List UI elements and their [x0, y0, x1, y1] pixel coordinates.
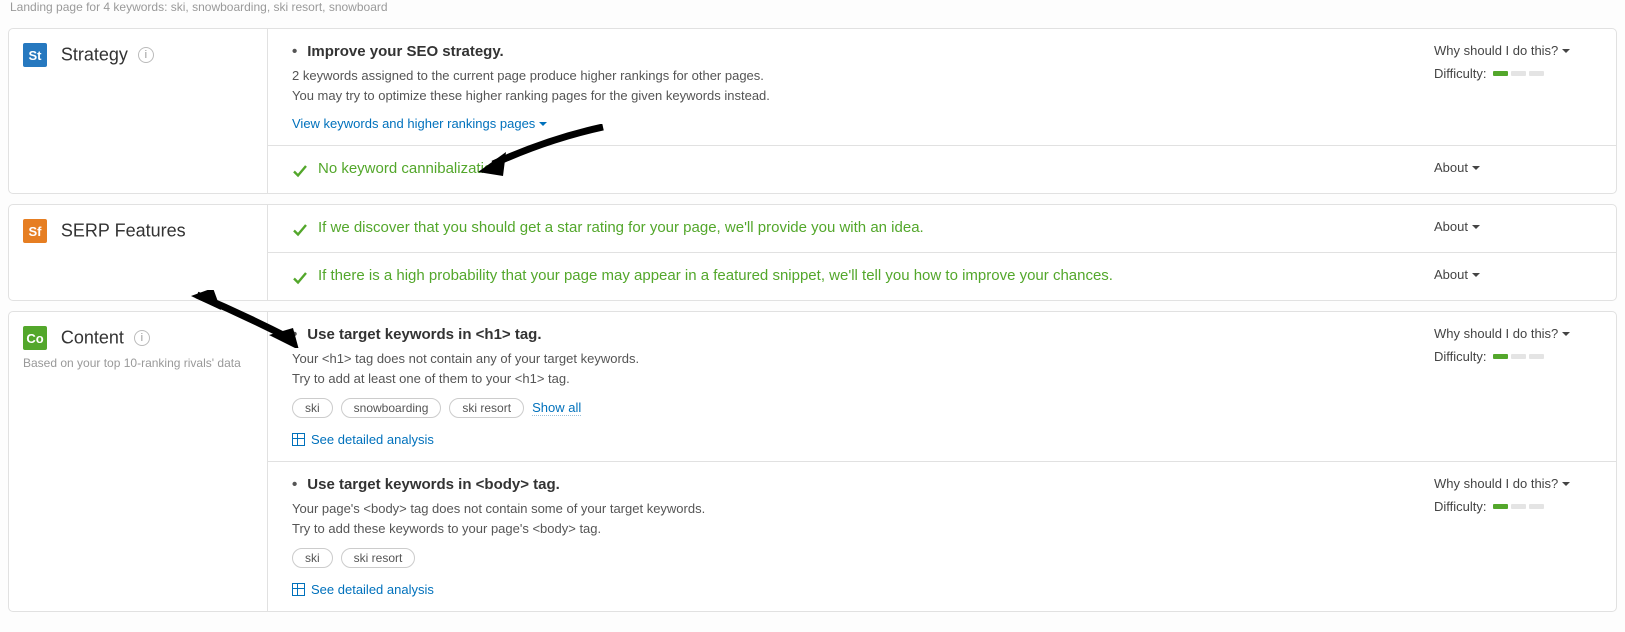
- breadcrumb: Landing page for 4 keywords: ski, snowbo…: [8, 0, 1617, 18]
- panel-header-serp: Sf SERP Features: [9, 205, 267, 300]
- why-link[interactable]: Why should I do this?: [1434, 476, 1600, 491]
- panel-header-content: Co Content i Based on your top 10-rankin…: [9, 312, 267, 611]
- info-icon[interactable]: i: [134, 330, 150, 346]
- keyword-chip[interactable]: ski resort: [449, 398, 524, 418]
- panel-serp: Sf SERP Features If we discover that you…: [8, 204, 1617, 301]
- idea-title: Use target keywords in <h1> tag.: [292, 326, 1400, 343]
- chip-row: ski ski resort: [292, 548, 1400, 568]
- show-all-link[interactable]: Show all: [532, 400, 581, 416]
- check-icon: [292, 163, 308, 179]
- idea-desc: 2 keywords assigned to the current page …: [292, 66, 1400, 105]
- why-link[interactable]: Why should I do this?: [1434, 43, 1600, 58]
- idea-desc: Your <h1> tag does not contain any of yo…: [292, 349, 1400, 388]
- section-subtitle: Based on your top 10-ranking rivals' dat…: [23, 356, 253, 370]
- ok-row: If we discover that you should get a sta…: [292, 219, 1400, 238]
- see-detailed-link[interactable]: See detailed analysis: [311, 432, 434, 447]
- table-icon: [292, 583, 305, 596]
- idea-featured-snippet: If there is a high probability that your…: [267, 252, 1616, 300]
- about-link[interactable]: About: [1434, 219, 1600, 234]
- idea-star-rating: If we discover that you should get a sta…: [267, 205, 1616, 252]
- idea-no-cannibalization: No keyword cannibalization About: [267, 145, 1616, 193]
- difficulty-indicator: Difficulty:: [1434, 66, 1600, 81]
- panel-header-strategy: St Strategy i: [9, 29, 267, 193]
- panel-strategy: St Strategy i Improve your SEO strategy.…: [8, 28, 1617, 194]
- table-icon: [292, 433, 305, 446]
- view-keywords-link[interactable]: View keywords and higher rankings pages: [292, 116, 547, 131]
- section-title: Content: [61, 328, 124, 348]
- ok-row: No keyword cannibalization: [292, 160, 1400, 179]
- difficulty-indicator: Difficulty:: [1434, 499, 1600, 514]
- info-icon[interactable]: i: [138, 47, 154, 63]
- idea-h1-keywords: Use target keywords in <h1> tag. Your <h…: [267, 312, 1616, 461]
- idea-title: Use target keywords in <body> tag.: [292, 476, 1400, 493]
- keyword-chip[interactable]: ski: [292, 548, 333, 568]
- check-icon: [292, 222, 308, 238]
- badge-strategy: St: [23, 43, 47, 67]
- about-link[interactable]: About: [1434, 267, 1600, 282]
- keyword-chip[interactable]: ski: [292, 398, 333, 418]
- panel-content: Co Content i Based on your top 10-rankin…: [8, 311, 1617, 612]
- ok-row: If there is a high probability that your…: [292, 267, 1400, 286]
- about-link[interactable]: About: [1434, 160, 1600, 175]
- check-icon: [292, 270, 308, 286]
- why-link[interactable]: Why should I do this?: [1434, 326, 1600, 341]
- keyword-chip[interactable]: ski resort: [341, 548, 416, 568]
- section-title: SERP Features: [61, 221, 186, 241]
- difficulty-indicator: Difficulty:: [1434, 349, 1600, 364]
- badge-serp: Sf: [23, 219, 47, 243]
- idea-body-keywords: Use target keywords in <body> tag. Your …: [267, 461, 1616, 611]
- keyword-chip[interactable]: snowboarding: [341, 398, 442, 418]
- idea-improve-seo: Improve your SEO strategy. 2 keywords as…: [267, 29, 1616, 145]
- idea-title: Improve your SEO strategy.: [292, 43, 1400, 60]
- badge-content: Co: [23, 326, 47, 350]
- idea-desc: Your page's <body> tag does not contain …: [292, 499, 1400, 538]
- section-title: Strategy: [61, 45, 128, 65]
- chip-row: ski snowboarding ski resort Show all: [292, 398, 1400, 418]
